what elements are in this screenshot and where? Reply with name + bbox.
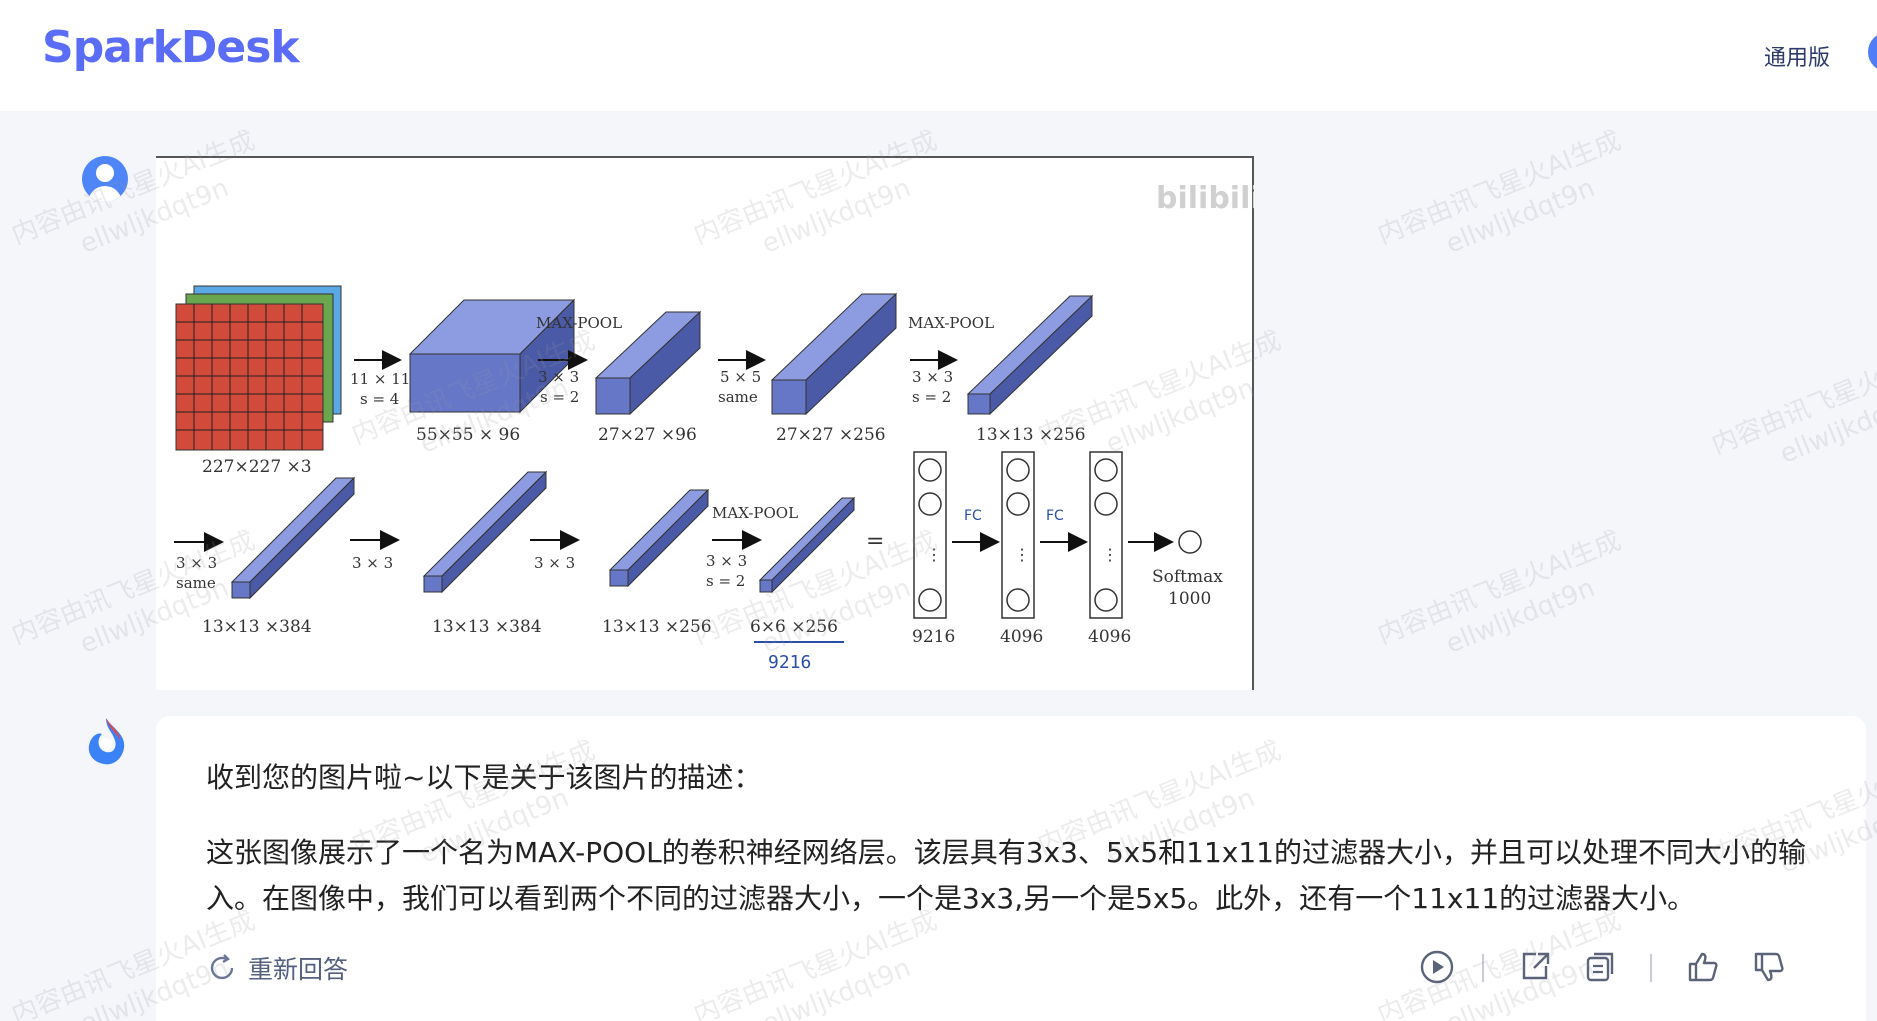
user-avatar-head [96, 164, 114, 182]
pool1-filter-label: 3 × 3 [538, 368, 579, 386]
conv2-pad-label: same [718, 388, 758, 406]
fc-size-label: 4096 [1088, 627, 1131, 647]
volume-label: 13×13 ×384 [432, 617, 542, 637]
volume-label: 13×13 ×256 [602, 617, 712, 637]
pool2-filter-label: 3 × 3 [912, 368, 953, 386]
fc-size-label: 4096 [1000, 627, 1043, 647]
conv3-filter-label: 3 × 3 [176, 554, 217, 572]
watermark: 内容由讯飞星火AI生成ellwljkdqt9n [1707, 335, 1877, 470]
thumbs-down-icon[interactable] [1750, 948, 1788, 986]
volume-label: 6×6 ×256 [750, 617, 838, 637]
regenerate-label: 重新回答 [248, 955, 349, 984]
conv4-filter-label: 3 × 3 [352, 554, 393, 572]
volume-label: 27×27 ×96 [598, 425, 697, 445]
pool2-title: MAX-POOL [908, 314, 994, 332]
softmax-node [1178, 530, 1202, 554]
play-icon[interactable] [1418, 948, 1456, 986]
volume-label: 13×13 ×384 [202, 617, 312, 637]
top-bar: SparkDesk 通用版 [0, 0, 1877, 111]
volume-27x27x256 [770, 292, 898, 416]
pool1-title: MAX-POOL [536, 314, 622, 332]
input-size-label: 227×227 ×3 [202, 457, 312, 477]
volume-label: 27×27 ×256 [776, 425, 886, 445]
conv1-stride-label: s = 4 [360, 390, 399, 408]
fc-layer-9216 [913, 451, 947, 619]
copy-icon[interactable] [1582, 948, 1620, 986]
ellipsis: ⋮ [1014, 545, 1030, 564]
equals-sign: = [866, 529, 884, 554]
volume-13x13x384-a [230, 476, 356, 600]
pool2-stride-label: s = 2 [912, 388, 951, 406]
uploaded-image[interactable]: bilibili 227×227 ×3 11 × 11 s = 4 55×55 … [156, 156, 1254, 690]
account-avatar[interactable] [1868, 32, 1877, 72]
volume-label: 55×55 × 96 [416, 425, 520, 445]
fc-layer-4096-b [1089, 451, 1123, 619]
answer-body: 这张图像展示了一个名为MAX-POOL的卷积神经网络层。该层具有3x3、5x5和… [206, 836, 1806, 915]
spark-bot-avatar [88, 718, 125, 765]
pool3-filter-label: 3 × 3 [706, 552, 747, 570]
softmax-label: Softmax [1152, 567, 1223, 587]
answer-intro: 收到您的图片啦~以下是关于该图片的描述： [206, 761, 762, 794]
refresh-icon [210, 954, 234, 980]
fc-size-label: 9216 [912, 627, 955, 647]
pool1-stride-label: s = 2 [540, 388, 579, 406]
fc-layer-4096-a [1001, 451, 1035, 619]
handwritten-fc-note: FC [1046, 508, 1064, 524]
edition-switch[interactable]: 通用版 [1764, 40, 1830, 72]
regenerate-button[interactable]: 重新回答 [206, 950, 348, 986]
user-avatar [82, 156, 128, 202]
handwritten-fc-note: FC [964, 508, 982, 524]
toolbar-divider [1650, 954, 1652, 982]
toolbar-divider [1482, 954, 1484, 982]
ellipsis: ⋮ [926, 545, 942, 564]
volume-label: 13×13 ×256 [976, 425, 1086, 445]
sparkdesk-logo[interactable]: SparkDesk [42, 22, 300, 73]
watermark: 内容由讯飞星火AI生成ellwljkdqt9n [1373, 525, 1626, 660]
softmax-units-label: 1000 [1168, 589, 1211, 609]
conv3-pad-label: same [176, 574, 216, 592]
volume-13x13x384-b [422, 470, 548, 594]
conv2-filter-label: 5 × 5 [720, 368, 761, 386]
pool3-title: MAX-POOL [712, 504, 798, 522]
conv5-filter-label: 3 × 3 [534, 554, 575, 572]
watermark: 内容由讯飞星火AI生成ellwljkdqt9n [1373, 125, 1626, 260]
pool3-stride-label: s = 2 [706, 572, 745, 590]
ellipsis: ⋮ [1102, 545, 1118, 564]
input-volume [175, 285, 342, 451]
share-icon[interactable] [1516, 948, 1554, 986]
conv1-filter-label: 11 × 11 [350, 370, 410, 388]
handwritten-note: 9216 [768, 652, 811, 673]
bilibili-mark: bilibili [1156, 181, 1254, 216]
user-avatar-body [88, 186, 122, 202]
volume-13x13x256-b [608, 488, 710, 588]
cnn-architecture-figure: bilibili 227×227 ×3 11 × 11 s = 4 55×55 … [174, 181, 1254, 673]
thumbs-up-icon[interactable] [1684, 948, 1722, 986]
